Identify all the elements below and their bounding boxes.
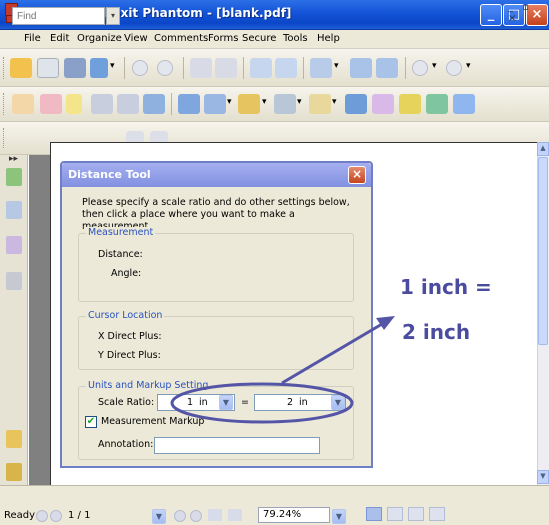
prev-page-icon[interactable] [50, 510, 62, 522]
page-number-field[interactable]: 1 / 1 [68, 510, 118, 525]
overlay-label-line1: 1 inch = [400, 275, 492, 299]
continuous-icon[interactable] [387, 507, 403, 521]
continuous-facing-icon[interactable] [429, 507, 445, 521]
forward-view-icon[interactable] [228, 509, 242, 521]
single-page-icon[interactable] [366, 507, 382, 521]
zoom-dropdown-icon[interactable]: ▼ [332, 509, 346, 524]
first-page-icon[interactable] [36, 510, 48, 522]
overlay-annotation [170, 316, 395, 424]
facing-icon[interactable] [408, 507, 424, 521]
zoom-level-field[interactable]: 79.24% [258, 507, 330, 523]
page-dropdown-icon[interactable]: ▼ [152, 509, 166, 524]
back-view-icon[interactable] [208, 509, 222, 521]
next-page-icon[interactable] [174, 510, 186, 522]
highlight-ellipse [170, 382, 354, 424]
overlay-label-line2: 2 inch [402, 320, 471, 344]
annotation-arrowhead [376, 316, 395, 330]
last-page-icon[interactable] [190, 510, 202, 522]
status-text: Ready [4, 510, 36, 521]
annotation-arrow-line [281, 322, 383, 385]
